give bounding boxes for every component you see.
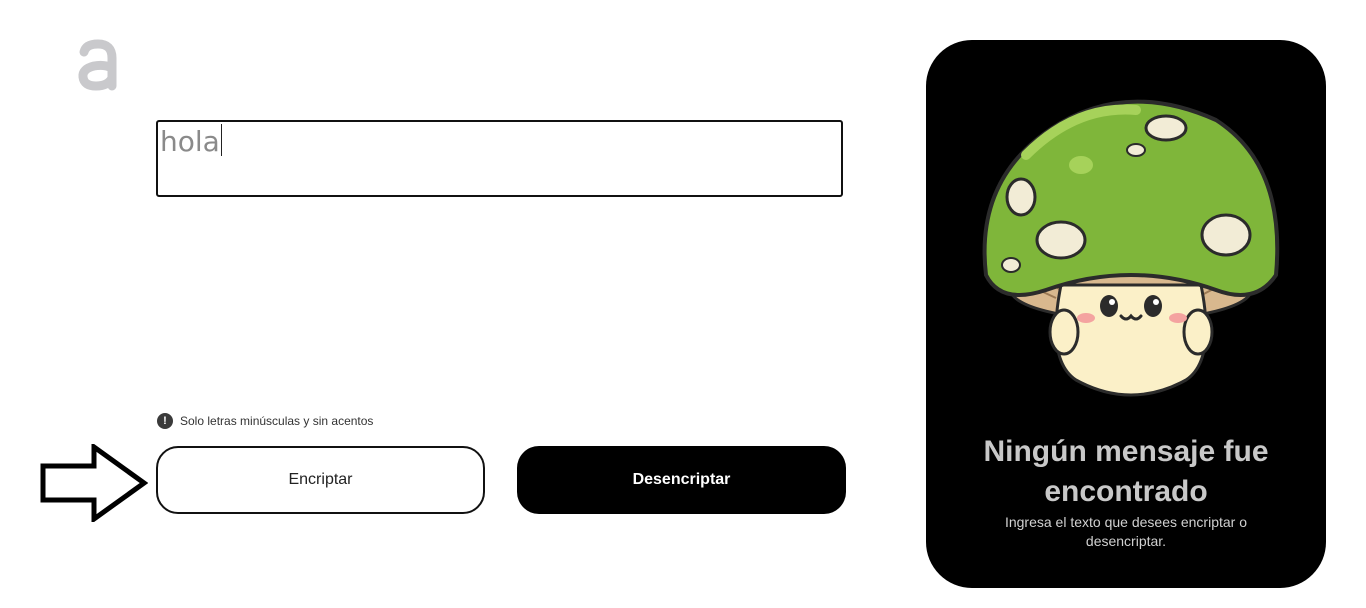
decrypt-button-label: Desencriptar	[632, 471, 731, 488]
exclamation-icon: !	[157, 413, 173, 429]
panel-title: Ningún mensaje fue encontrado	[983, 435, 1269, 508]
input-hint: ! Solo letras minúsculas y sin acentos	[157, 413, 373, 429]
panel-subtitle: Ingresa el texto que desees encriptar o …	[1004, 514, 1248, 549]
right-arrow-icon	[40, 444, 148, 522]
encryptor-page: hola ! Solo letras minúsculas y sin acen…	[0, 0, 1366, 608]
message-input[interactable]: hola	[156, 120, 843, 197]
mushroom-mascot-image	[982, 99, 1280, 397]
message-input-value: hola	[160, 125, 220, 158]
encrypt-button[interactable]: Encriptar	[156, 446, 485, 514]
hint-text: Solo letras minúsculas y sin acentos	[180, 414, 374, 428]
text-caret	[220, 124, 222, 156]
decrypt-button[interactable]: Desencriptar	[517, 446, 846, 514]
alura-logo-icon[interactable]	[76, 38, 120, 92]
encrypt-button-label: Encriptar	[288, 471, 353, 488]
output-panel: Ningún mensaje fue encontrado Ingresa el…	[926, 40, 1326, 588]
